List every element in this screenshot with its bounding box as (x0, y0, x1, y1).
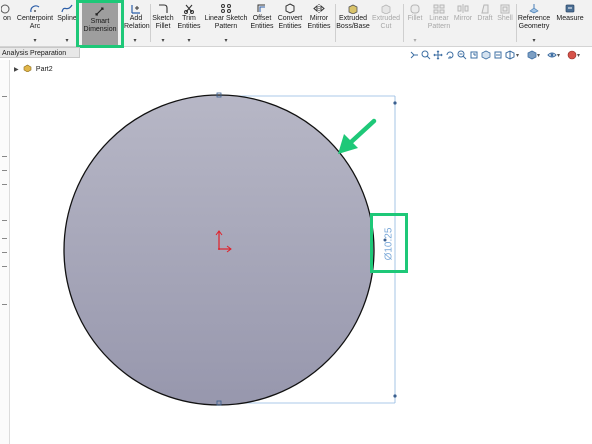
dimension-value: Ø10.25 (383, 227, 395, 261)
tool-label: Entities (177, 23, 201, 30)
chevron-down-icon[interactable]: ▾ (411, 37, 419, 44)
pan-icon[interactable] (433, 50, 443, 60)
graphics-area[interactable] (0, 60, 592, 444)
view-selector-icon[interactable] (505, 50, 515, 60)
mirror-feature-tool[interactable]: Mirror (452, 0, 474, 46)
tool-label: Shell (497, 15, 513, 22)
tool-label: Draft (477, 15, 493, 22)
tool-label: Measure (556, 15, 584, 22)
chevron-down-icon[interactable]: ▾ (131, 37, 139, 44)
tool-label: Mirror (309, 15, 329, 22)
tab-analysis-preparation[interactable]: Analysis Preparation (0, 47, 80, 58)
draft-icon (481, 4, 489, 14)
tool-label: Reference (517, 15, 551, 22)
offset-entities-tool[interactable]: Offset Entities (250, 0, 274, 46)
zoom-to-fit-icon[interactable] (421, 50, 431, 60)
mirror-feature-icon (457, 4, 469, 13)
extruded-cut-tool[interactable]: Extruded Cut (370, 0, 402, 46)
convert-icon (285, 3, 295, 14)
tool-label: Convert (277, 15, 303, 22)
tool-label: Offset (252, 15, 272, 22)
tool-label: Extruded (371, 15, 401, 22)
chevron-down-icon[interactable]: ▾ (159, 37, 167, 44)
trim-icon (184, 4, 194, 14)
fillet-icon (410, 4, 420, 14)
tool-label: Entities (250, 23, 274, 30)
dynamic-annotation-icon[interactable] (493, 50, 503, 60)
appearance-icon[interactable] (567, 50, 577, 60)
section-view-icon[interactable] (481, 50, 491, 60)
tool-label: Entities (278, 23, 302, 30)
mirror-entities-tool[interactable]: Mirror Entities (305, 0, 333, 46)
tool-label: Extruded (338, 15, 368, 22)
offset-icon (257, 4, 265, 12)
solidworks-window: on Centerpoint Arc ▾ Spline ▾ Smart Dime… (0, 0, 592, 444)
draft-tool[interactable]: Draft (475, 0, 495, 46)
spline-icon (61, 4, 73, 13)
tool-label: on (3, 15, 11, 22)
tool-label: Entities (307, 23, 331, 30)
tool-label: Spline (57, 15, 77, 22)
tool-label: Relation (124, 23, 150, 30)
command-manager-ribbon: on Centerpoint Arc ▾ Spline ▾ Smart Dime… (0, 0, 592, 48)
reference-geometry-icon (529, 4, 539, 14)
circle-tool-partial[interactable]: on (0, 0, 14, 46)
measure-tool[interactable]: Measure (554, 0, 586, 46)
arc-icon (30, 5, 40, 13)
zoom-area-icon[interactable] (457, 50, 467, 60)
view-orientation-icon[interactable] (409, 50, 419, 60)
sketch-fillet-icon (159, 4, 168, 13)
tool-label: Trim (182, 15, 196, 22)
add-relation-icon (131, 5, 140, 14)
chevron-down-icon[interactable]: ▾ (31, 37, 39, 44)
shell-tool[interactable]: Shell (496, 0, 514, 46)
tool-label: Pattern (427, 23, 451, 30)
circle-icon (1, 4, 10, 14)
tool-label: Linear Sketch (204, 15, 248, 22)
measure-icon (565, 4, 575, 13)
smart-dimension-tool[interactable]: Smart Dimension (82, 3, 118, 49)
tool-label: Linear (429, 15, 449, 22)
extrude-icon (348, 4, 358, 14)
linear-pattern-icon (221, 4, 231, 13)
chevron-down-icon[interactable]: ▾ (530, 37, 538, 44)
tool-label: Fillet (155, 23, 171, 30)
tool-label: Centerpoint (16, 15, 54, 22)
tool-label: Fillet (407, 15, 423, 22)
chevron-down-icon[interactable]: ▾ (222, 37, 230, 44)
tool-label: Boss/Base (336, 23, 370, 30)
convert-entities-tool[interactable]: Convert Entities (276, 0, 304, 46)
linear-pattern-tool[interactable]: Linear Pattern (427, 0, 451, 46)
shell-icon (500, 4, 510, 14)
tool-label: Dimension (83, 26, 117, 33)
extruded-boss-base-tool[interactable]: Extruded Boss/Base (336, 0, 370, 46)
tool-label: Add (129, 15, 143, 22)
tool-label: Arc (29, 23, 41, 30)
display-style-icon[interactable] (527, 50, 537, 60)
tool-label: Smart (90, 18, 110, 25)
diameter-dimension[interactable]: Ø10.25 (376, 222, 402, 266)
chevron-down-icon[interactable]: ▾ (185, 37, 193, 44)
smart-dimension-icon (95, 7, 104, 16)
arrow-indicator (338, 118, 377, 154)
smart-dimension-highlight: Smart Dimension (76, 0, 124, 48)
previous-view-icon[interactable] (469, 50, 479, 60)
chevron-down-icon[interactable]: ▾ (63, 37, 71, 44)
rotate-icon[interactable] (445, 50, 455, 60)
tool-label: Cut (380, 23, 392, 30)
tool-label: Geometry (518, 23, 550, 30)
tool-label: Sketch (152, 15, 174, 22)
tool-label: Mirror (453, 15, 473, 22)
tool-label: Pattern (214, 23, 238, 30)
linear-pattern-feature-icon (433, 4, 445, 14)
hide-show-items-icon[interactable] (547, 50, 557, 60)
smart-dimension-button[interactable]: Smart Dimension (82, 3, 118, 45)
extruded-cut-icon (381, 4, 391, 14)
mirror-icon (313, 4, 325, 13)
